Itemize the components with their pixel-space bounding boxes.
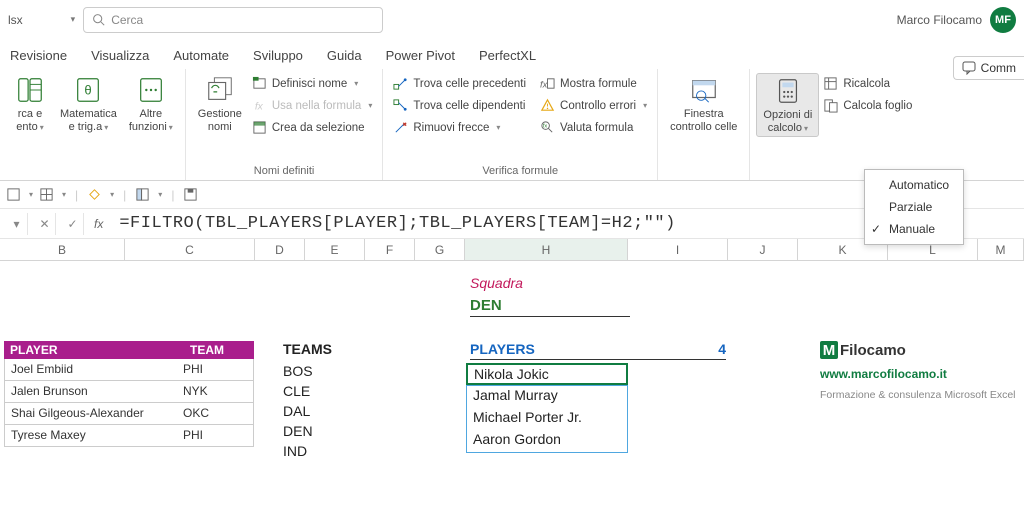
selected-team[interactable]: DEN — [470, 297, 630, 317]
teams-list: TEAMS BOS CLE DAL DEN IND — [283, 341, 363, 459]
recalculate-button[interactable]: Ricalcola — [819, 73, 916, 94]
players-count[interactable]: 4 — [630, 341, 726, 360]
team-col-header[interactable]: TEAM — [184, 341, 254, 359]
trace-dependents-button[interactable]: Trova celle dipendenti — [389, 95, 530, 116]
calculation-options-button[interactable]: Opzioni dicalcolo▾ — [756, 73, 819, 137]
active-cell[interactable]: Nikola Jokic — [466, 363, 628, 385]
evaluate-formula-button[interactable]: fxValuta formula — [536, 117, 651, 138]
tab-revisione[interactable]: Revisione — [8, 48, 69, 69]
table-row[interactable]: Joel EmbiidPHI — [4, 359, 254, 381]
col-d[interactable]: D — [255, 239, 305, 260]
title-bar: lsx ▾ Cerca Marco Filocamo MF — [0, 0, 1024, 39]
svg-text:fx: fx — [543, 124, 548, 130]
calc-auto-item[interactable]: Automatico — [865, 174, 963, 196]
remove-arrows-button[interactable]: Rimuovi frecce▾ — [389, 117, 530, 138]
enter-formula-button[interactable]: ✓ — [62, 213, 84, 235]
show-formulas-button[interactable]: fxMostra formule — [536, 73, 651, 94]
group-label-audit: Verifica formule — [389, 163, 651, 178]
list-item[interactable]: CLE — [283, 383, 363, 399]
brand-logo: MFilocamo — [820, 341, 1016, 359]
list-item[interactable]: IND — [283, 443, 363, 459]
col-b[interactable]: B — [0, 239, 125, 260]
ribbon-tabs: Revisione Visualizza Automate Sviluppo G… — [0, 39, 1024, 69]
pivot-icon[interactable] — [135, 187, 150, 202]
svg-text:fx: fx — [255, 101, 264, 112]
cancel-formula-button[interactable]: ✕ — [34, 213, 56, 235]
col-i[interactable]: I — [628, 239, 728, 260]
search-icon — [92, 13, 105, 26]
svg-text:θ: θ — [85, 83, 92, 98]
avatar: MF — [990, 7, 1016, 33]
define-name-button[interactable]: Definisci nome▾ — [248, 73, 377, 94]
filtered-player: Nikola Jokic — [468, 365, 626, 383]
name-manager-button[interactable]: Gestionenomi — [192, 73, 248, 135]
comments-button[interactable]: Comm — [953, 56, 1024, 80]
col-h[interactable]: H — [465, 239, 628, 260]
table-row[interactable]: Tyrese MaxeyPHI — [4, 425, 254, 447]
table-row[interactable]: Shai Gilgeous-AlexanderOKC — [4, 403, 254, 425]
tab-guida[interactable]: Guida — [325, 48, 364, 69]
use-in-formula-button: fxUsa nella formula▾ — [248, 95, 377, 116]
user-name: Marco Filocamo — [897, 13, 982, 27]
fx-icon[interactable]: fx — [90, 217, 107, 231]
tab-sviluppo[interactable]: Sviluppo — [251, 48, 305, 69]
math-trig-button[interactable]: θMatematicae trig.a▾ — [54, 73, 123, 135]
account[interactable]: Marco Filocamo MF — [897, 7, 1016, 33]
svg-text:fx: fx — [540, 79, 548, 89]
filtered-player: Aaron Gordon — [467, 430, 627, 452]
calc-options-menu: Automatico Parziale ✓Manuale — [864, 169, 964, 245]
ribbon: rca eento▾ θMatematicae trig.a▾ Altrefun… — [0, 69, 1024, 181]
spill-range[interactable]: Jamal Murray Michael Porter Jr. Aaron Go… — [466, 385, 628, 453]
formula-text[interactable]: =FILTRO(TBL_PLAYERS[PLAYER];TBL_PLAYERS[… — [113, 214, 676, 233]
tab-perfectxl[interactable]: PerfectXL — [477, 48, 538, 69]
lookup-ref-button[interactable]: rca eento▾ — [6, 73, 54, 135]
tab-automate[interactable]: Automate — [171, 48, 231, 69]
save-icon[interactable] — [183, 187, 198, 202]
filtered-player: Jamal Murray — [467, 386, 627, 408]
error-checking-button[interactable]: Controllo errori▾ — [536, 95, 651, 116]
col-m[interactable]: M — [978, 239, 1024, 260]
player-col-header[interactable]: PLAYER — [4, 341, 184, 359]
tab-visualizza[interactable]: Visualizza — [89, 48, 151, 69]
worksheet[interactable]: Squadra DEN PLAYER TEAM Joel EmbiidPHI J… — [0, 261, 1024, 531]
list-item[interactable]: BOS — [283, 363, 363, 379]
tab-powerpivot[interactable]: Power Pivot — [384, 48, 457, 69]
file-extension: lsx — [8, 13, 63, 27]
squadra-label[interactable]: Squadra — [470, 275, 523, 291]
col-c[interactable]: C — [125, 239, 255, 260]
create-from-selection-button[interactable]: Crea da selezione — [248, 117, 377, 138]
table-icon[interactable] — [39, 187, 54, 202]
check-icon: ✓ — [871, 222, 881, 236]
brand-block: MFilocamo www.marcofilocamo.it Formazion… — [820, 341, 1016, 401]
teams-header[interactable]: TEAMS — [283, 341, 363, 357]
trace-precedents-button[interactable]: Trova celle precedenti — [389, 73, 530, 94]
comment-icon — [962, 61, 976, 75]
table-row[interactable]: Jalen BrunsonNYK — [4, 381, 254, 403]
col-j[interactable]: J — [728, 239, 798, 260]
players-header[interactable]: PLAYERS — [470, 341, 630, 360]
filtered-player: Michael Porter Jr. — [467, 408, 627, 430]
search-placeholder: Cerca — [111, 13, 143, 27]
border-icon[interactable] — [6, 187, 21, 202]
col-f[interactable]: F — [365, 239, 415, 260]
search-box[interactable]: Cerca — [83, 7, 383, 33]
list-item[interactable]: DEN — [283, 423, 363, 439]
calc-partial-item[interactable]: Parziale — [865, 196, 963, 218]
more-functions-button[interactable]: Altrefunzioni▾ — [123, 73, 179, 135]
col-g[interactable]: G — [415, 239, 465, 260]
group-label-names: Nomi definiti — [192, 163, 377, 178]
players-table: PLAYER TEAM Joel EmbiidPHI Jalen Brunson… — [4, 341, 254, 447]
chevron-down-icon[interactable]: ▾ — [63, 14, 84, 25]
calc-manual-item[interactable]: ✓Manuale — [865, 218, 963, 240]
brand-tagline: Formazione & consulenza Microsoft Excel — [820, 389, 1016, 401]
list-item[interactable]: DAL — [283, 403, 363, 419]
fill-icon[interactable] — [87, 187, 102, 202]
col-e[interactable]: E — [305, 239, 365, 260]
namebox-dropdown[interactable]: ▾ — [6, 213, 28, 235]
watch-window-button[interactable]: Finestracontrollo celle — [664, 73, 743, 135]
brand-url[interactable]: www.marcofilocamo.it — [820, 367, 1016, 381]
calculate-sheet-button[interactable]: Calcola foglio — [819, 95, 916, 116]
